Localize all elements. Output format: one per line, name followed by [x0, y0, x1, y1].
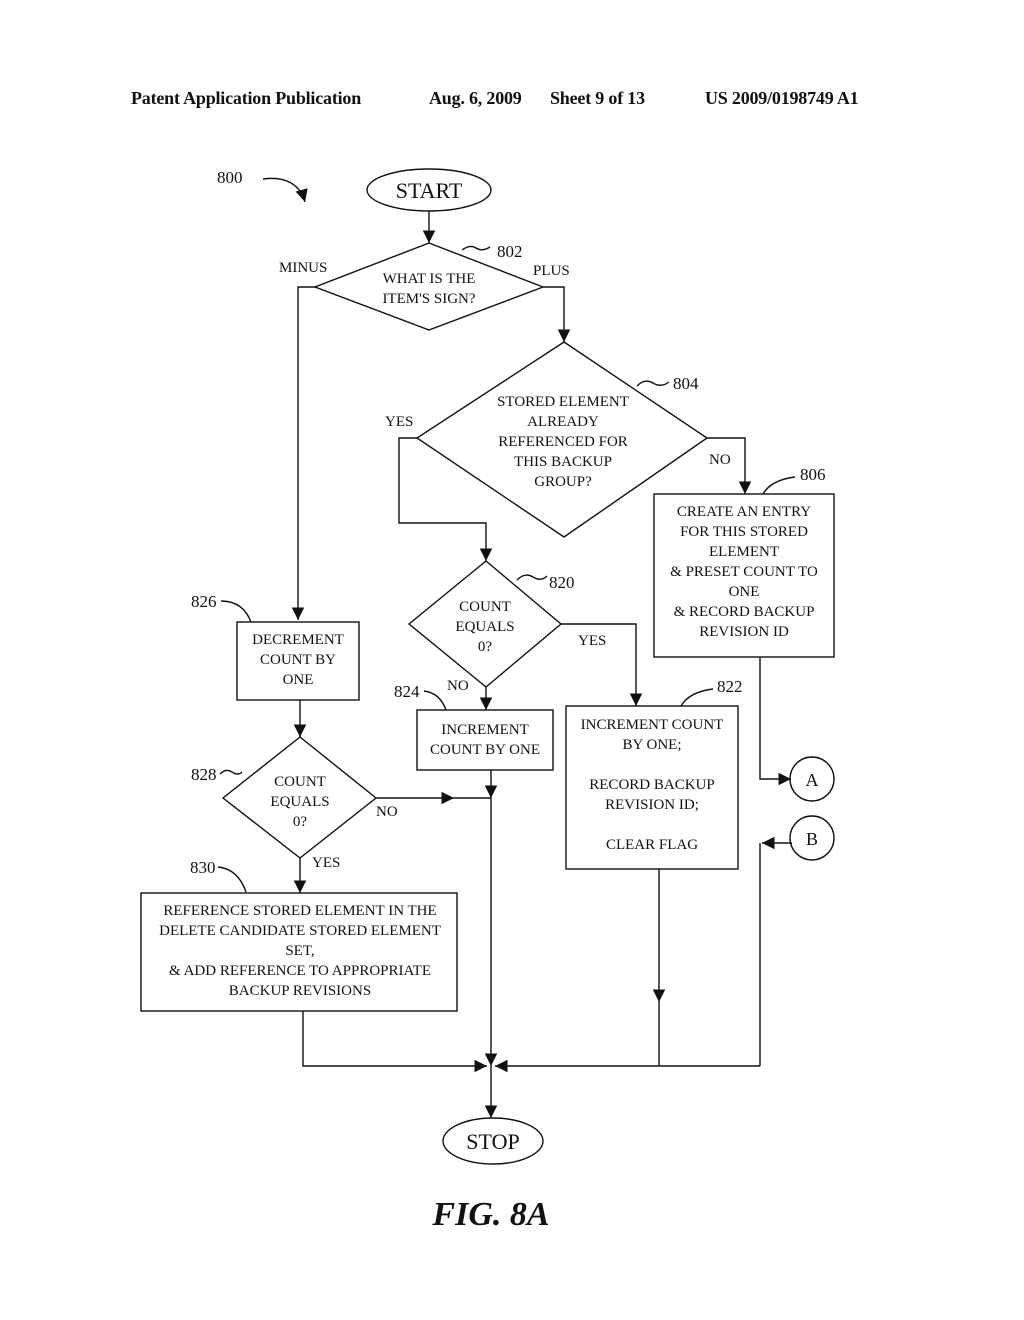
edge-806-a: [759, 657, 791, 786]
text-826-line: ONE: [283, 672, 314, 688]
edge-802-plus: [543, 286, 571, 342]
edge-830-merge: [302, 1011, 487, 1073]
text-802-line: ITEM'S SIGN?: [382, 291, 475, 307]
flowchart: 800 START 802 MINUS PLUS WHAT IS THE ITE…: [140, 168, 835, 1233]
text-824-line: COUNT BY ONE: [430, 742, 540, 758]
text-804-line: ALREADY: [527, 414, 599, 430]
text-830: REFERENCE STORED ELEMENT IN THE DELETE C…: [159, 903, 441, 999]
text-822-line: RECORD BACKUP: [589, 777, 714, 793]
leader-824: [423, 690, 447, 711]
text-806-line: ONE: [729, 584, 760, 600]
text-806-line: REVISION ID: [699, 624, 789, 640]
text-824-line: INCREMENT: [441, 722, 529, 738]
text-822-line: CLEAR FLAG: [606, 837, 698, 853]
ref-802: 802: [497, 242, 523, 261]
text-822-line: REVISION ID;: [605, 797, 699, 813]
text-820-line: 0?: [478, 639, 493, 655]
ref-830: 830: [190, 858, 216, 877]
text-826: DECREMENT COUNT BY ONE: [252, 632, 344, 688]
text-804-line: STORED ELEMENT: [497, 394, 629, 410]
edge-802-minus: [291, 286, 315, 620]
text-822-line: INCREMENT COUNT: [581, 717, 724, 733]
text-828: COUNT EQUALS 0?: [270, 774, 329, 830]
label-804-yes: YES: [385, 414, 413, 430]
leader-830: [217, 866, 247, 893]
text-806-line: FOR THIS STORED: [680, 524, 808, 540]
ref-800-arrow: [262, 177, 308, 203]
label-804-no: NO: [709, 452, 731, 468]
text-830-line: DELETE CANDIDATE STORED ELEMENT: [159, 923, 441, 939]
leader-804: [636, 380, 670, 387]
label-820-yes: YES: [578, 633, 606, 649]
text-804-line: THIS BACKUP: [514, 454, 612, 470]
connector-b-label: B: [806, 829, 818, 849]
text-828-line: COUNT: [274, 774, 326, 790]
text-830-line: & ADD REFERENCE TO APPROPRIATE: [169, 963, 431, 979]
leader-806: [762, 476, 796, 495]
leader-822: [680, 688, 714, 707]
ref-800: 800: [217, 168, 243, 187]
leader-826: [220, 600, 252, 623]
ref-820: 820: [549, 573, 575, 592]
text-806-line: & PRESET COUNT TO: [670, 564, 818, 580]
text-826-line: COUNT BY: [260, 652, 336, 668]
text-820-line: COUNT: [459, 599, 511, 615]
ref-826: 826: [191, 592, 217, 611]
text-820-line: EQUALS: [455, 619, 514, 635]
text-826-line: DECREMENT: [252, 632, 344, 648]
label-828-yes: YES: [312, 855, 340, 871]
label-820-no: NO: [447, 678, 469, 694]
text-802: WHAT IS THE ITEM'S SIGN?: [382, 271, 475, 307]
ref-824: 824: [394, 682, 420, 701]
ref-804: 804: [673, 374, 699, 393]
text-820: COUNT EQUALS 0?: [455, 599, 514, 655]
text-802-line: WHAT IS THE: [383, 271, 476, 287]
ref-806: 806: [800, 465, 826, 484]
leader-820: [516, 574, 548, 581]
ref-822: 822: [717, 677, 743, 696]
text-830-line: BACKUP REVISIONS: [229, 983, 371, 999]
leader-828: [219, 769, 243, 775]
text-824: INCREMENT COUNT BY ONE: [430, 722, 540, 758]
label-minus: MINUS: [279, 260, 327, 276]
text-828-line: EQUALS: [270, 794, 329, 810]
text-804-line: REFERENCED FOR: [498, 434, 628, 450]
text-828-line: 0?: [293, 814, 308, 830]
text-804-line: GROUP?: [534, 474, 592, 490]
start-label: START: [396, 178, 463, 203]
leader-802: [461, 245, 491, 251]
text-806: CREATE AN ENTRY FOR THIS STORED ELEMENT …: [670, 504, 818, 640]
text-804: STORED ELEMENT ALREADY REFERENCED FOR TH…: [497, 394, 629, 490]
ref-828: 828: [191, 765, 217, 784]
connector-a-label: A: [806, 770, 819, 790]
text-822: INCREMENT COUNT BY ONE; RECORD BACKUP RE…: [581, 717, 724, 853]
edge-804-yes: [398, 437, 493, 561]
text-830-line: SET,: [285, 943, 314, 959]
process-824: [416, 709, 554, 771]
figure-caption: FIG. 8A: [431, 1196, 549, 1233]
stop-label: STOP: [466, 1129, 519, 1154]
text-806-line: CREATE AN ENTRY: [677, 504, 811, 520]
label-plus: PLUS: [533, 263, 570, 279]
text-806-line: ELEMENT: [709, 544, 779, 560]
text-830-line: REFERENCE STORED ELEMENT IN THE: [163, 903, 436, 919]
text-822-line: BY ONE;: [622, 737, 681, 753]
text-806-line: & RECORD BACKUP: [674, 604, 815, 620]
label-828-no: NO: [376, 804, 398, 820]
